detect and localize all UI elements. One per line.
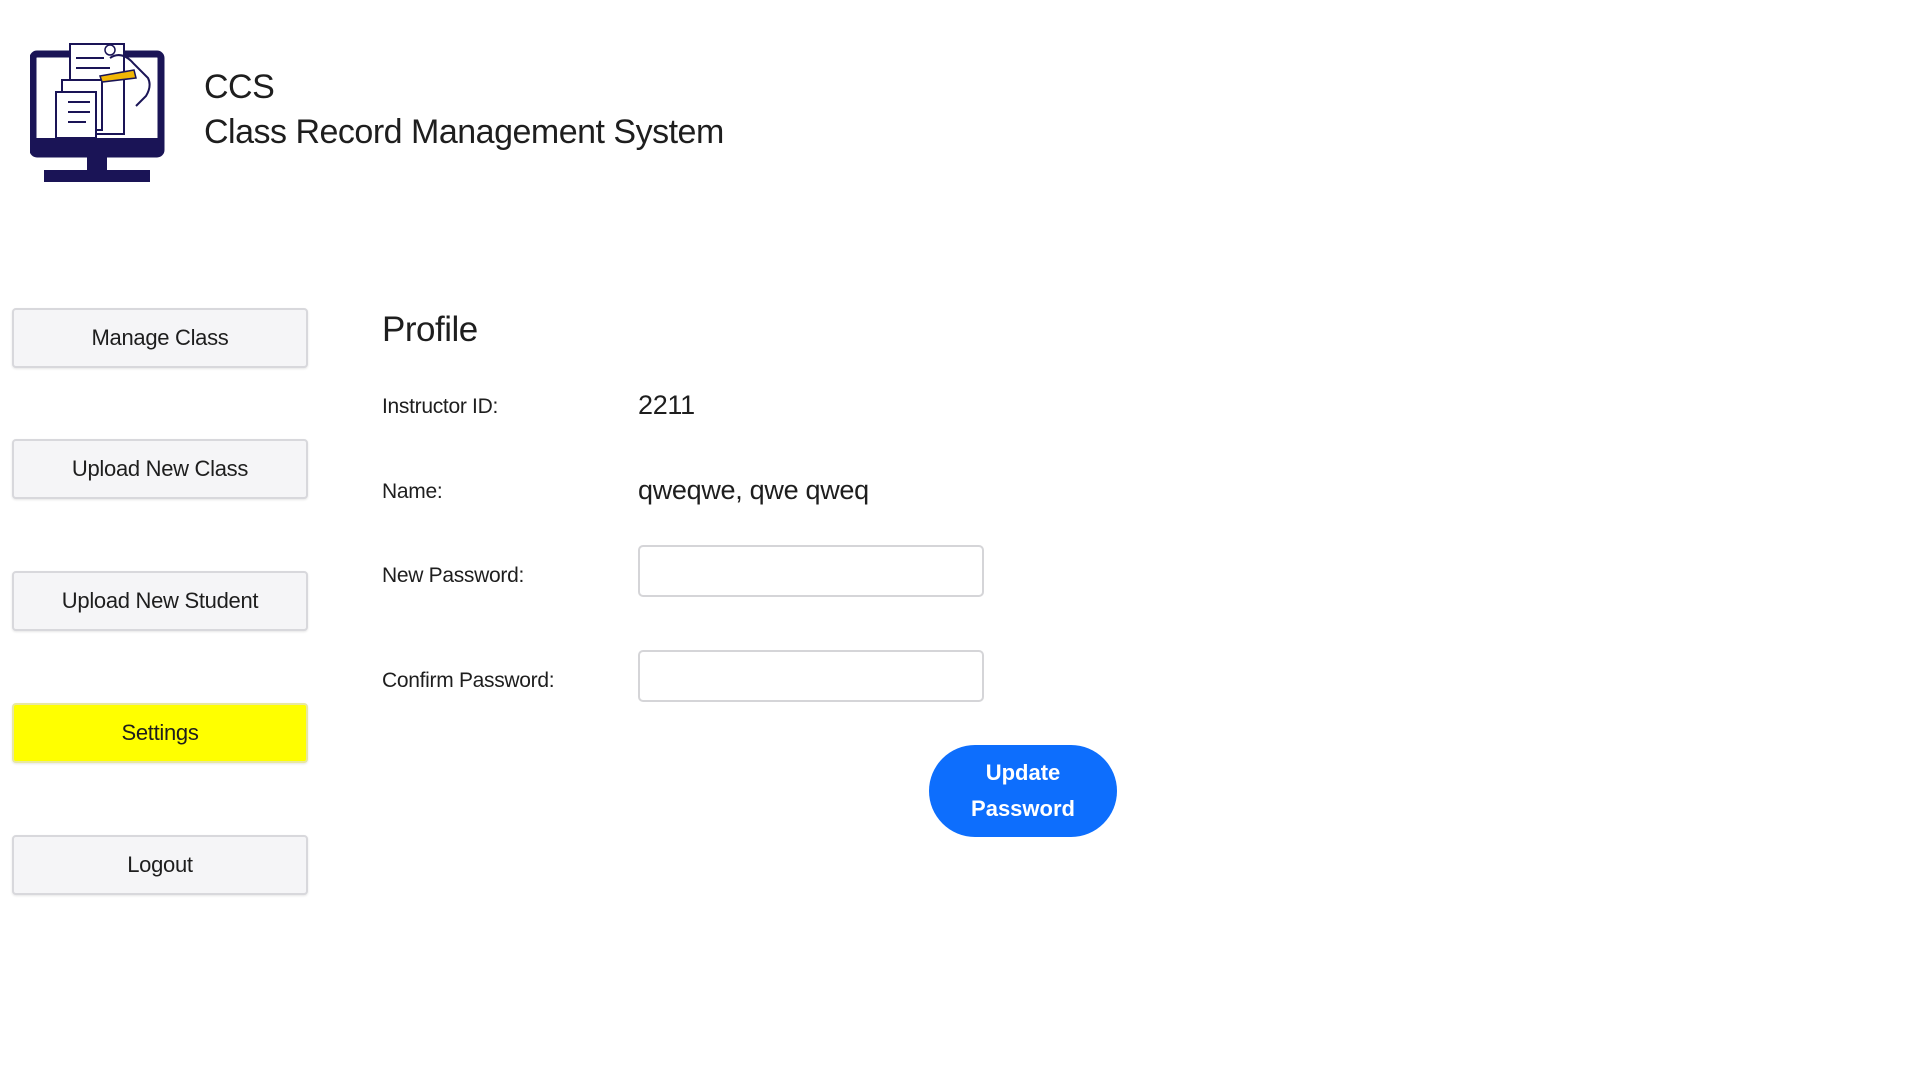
app-header: CCS Class Record Management System	[30, 38, 724, 188]
computer-document-logo-icon	[30, 43, 165, 182]
instructor-id-label: Instructor ID:	[382, 395, 498, 418]
confirm-password-label: Confirm Password:	[382, 669, 555, 692]
sidebar-item-logout[interactable]: Logout	[12, 835, 308, 895]
app-abbreviation: CCS	[204, 68, 275, 106]
update-password-button[interactable]: Update Password	[929, 745, 1117, 837]
new-password-label: New Password:	[382, 564, 524, 587]
name-label: Name:	[382, 480, 443, 503]
sidebar-item-upload-new-class[interactable]: Upload New Class	[12, 439, 308, 499]
name-value: qweqwe, qwe qweq	[638, 475, 869, 505]
page-title: Profile	[382, 310, 478, 349]
app-name: Class Record Management System	[204, 113, 724, 151]
sidebar-item-settings[interactable]: Settings	[12, 703, 308, 763]
confirm-password-input[interactable]	[638, 650, 984, 702]
instructor-id-value: 2211	[638, 390, 695, 420]
new-password-input[interactable]	[638, 545, 984, 597]
app-titles: CCS Class Record Management System	[204, 68, 724, 152]
sidebar-item-upload-new-student[interactable]: Upload New Student	[12, 571, 308, 631]
sidebar-item-manage-class[interactable]: Manage Class	[12, 308, 308, 368]
